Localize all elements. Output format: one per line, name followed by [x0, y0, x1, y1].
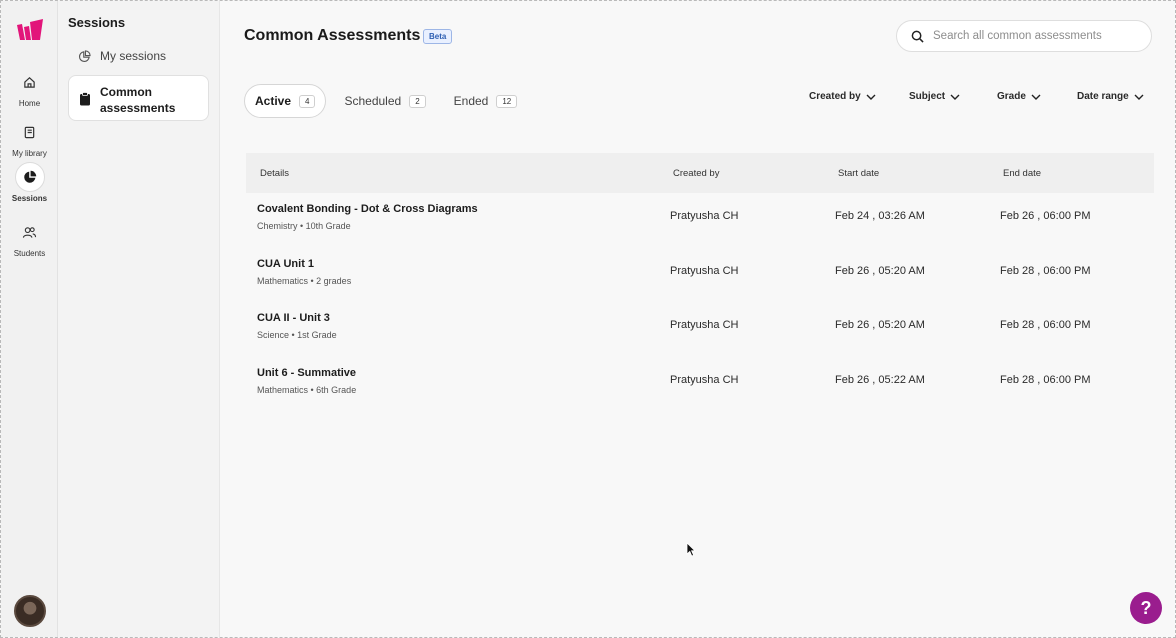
assessment-title: Covalent Bonding - Dot & Cross Diagrams: [257, 203, 478, 215]
pie-chart-icon: [14, 162, 45, 192]
beta-badge: Beta: [423, 29, 453, 44]
assessment-title: Unit 6 - Summative: [257, 366, 357, 379]
assessment-subtitle: Mathematics • 6th Grade: [257, 384, 357, 395]
rail-label: Home: [18, 99, 41, 108]
filter-label: Grade: [997, 91, 1026, 102]
column-header-start-date: Start date: [838, 168, 880, 179]
column-header-end-date: End date: [1003, 168, 1042, 179]
created-by-cell: Pratyusha CH: [670, 373, 739, 386]
assessments-table: Details Created by Start date End date C…: [246, 153, 1154, 411]
book-icon: [15, 117, 45, 147]
assessment-subtitle: Mathematics • 2 grades: [257, 275, 352, 286]
filter-date-range[interactable]: Date range: [1077, 91, 1144, 102]
sessions-sidebar: Sessions My sessions Common assessments: [58, 1, 220, 637]
created-by-cell: Pratyusha CH: [670, 210, 739, 222]
filter-label: Date range: [1077, 91, 1129, 102]
clipboard-icon: [80, 92, 90, 106]
created-by-cell: Pratyusha CH: [670, 319, 739, 331]
rail-item-students[interactable]: Students: [1, 217, 58, 258]
home-icon: [15, 67, 45, 97]
rail-item-home[interactable]: Home: [1, 67, 58, 108]
assessment-subtitle: Chemistry • 10th Grade: [257, 221, 351, 231]
column-header-details: Details: [260, 168, 290, 179]
app-frame: Home My library Sessions Students Sessio…: [0, 0, 1176, 638]
rail-label: My library: [12, 149, 47, 158]
filter-bar: Created by Subject Grade Date range: [220, 91, 1175, 107]
icon-rail: Home My library Sessions Students: [1, 1, 58, 637]
user-avatar[interactable]: [14, 595, 46, 627]
table-row[interactable]: CUA II - Unit 3 Science • 1st Grade Prat…: [246, 302, 1154, 357]
rail-label: Sessions: [11, 194, 48, 203]
sidebar-item-label: My sessions: [100, 49, 167, 63]
rail-item-library[interactable]: My library: [1, 117, 58, 158]
sidebar-item-label: Common assessments: [100, 85, 176, 115]
sidebar-item-common-assessments[interactable]: Common assessments: [68, 75, 209, 121]
start-date-cell: Feb 24 , 03:26 AM: [835, 210, 925, 222]
start-date-cell: Feb 26 , 05:20 AM: [835, 264, 925, 277]
filter-label: Subject: [909, 91, 946, 102]
start-date-cell: Feb 26 , 05:22 AM: [835, 373, 925, 386]
mouse-cursor-icon: [686, 542, 696, 557]
filter-grade[interactable]: Grade: [997, 91, 1041, 102]
sidebar-title: Sessions: [68, 15, 126, 30]
page-title: Common Assessments: [244, 27, 421, 44]
table-header: Details Created by Start date End date: [246, 153, 1154, 193]
assessment-title: CUA II - Unit 3: [257, 312, 330, 324]
chevron-down-icon: [950, 94, 960, 100]
table-row[interactable]: Covalent Bonding - Dot & Cross Diagrams …: [246, 193, 1154, 248]
main-content: Common Assessments Beta Active 4 Schedul…: [220, 1, 1175, 637]
search-box[interactable]: [896, 20, 1152, 52]
chevron-down-icon: [1031, 94, 1041, 100]
end-date-cell: Feb 28 , 06:00 PM: [1000, 264, 1091, 277]
table-row[interactable]: CUA Unit 1 Mathematics • 2 grades Pratyu…: [246, 248, 1154, 303]
start-date-cell: Feb 26 , 05:20 AM: [835, 319, 925, 331]
filter-subject[interactable]: Subject: [909, 91, 960, 102]
created-by-cell: Pratyusha CH: [670, 264, 739, 277]
search-icon: [911, 30, 924, 43]
assessment-title: CUA Unit 1: [257, 257, 315, 270]
pie-chart-outline-icon: [78, 50, 91, 63]
search-input[interactable]: [933, 30, 1133, 42]
filter-created-by[interactable]: Created by: [809, 91, 876, 102]
filter-label: Created by: [809, 91, 861, 102]
assessment-subtitle: Science • 1st Grade: [257, 330, 337, 340]
users-icon: [15, 217, 45, 247]
end-date-cell: Feb 26 , 06:00 PM: [1000, 210, 1091, 222]
column-header-created-by: Created by: [673, 168, 720, 179]
app-logo[interactable]: [16, 19, 44, 41]
end-date-cell: Feb 28 , 06:00 PM: [1000, 319, 1091, 331]
sidebar-item-my-sessions[interactable]: My sessions: [68, 41, 209, 71]
rail-label: Students: [13, 249, 46, 258]
chevron-down-icon: [866, 94, 876, 100]
help-button[interactable]: ?: [1130, 592, 1162, 624]
table-row[interactable]: Unit 6 - Summative Mathematics • 6th Gra…: [246, 357, 1154, 412]
rail-item-sessions[interactable]: Sessions: [1, 162, 58, 203]
end-date-cell: Feb 28 , 06:00 PM: [1000, 373, 1091, 386]
chevron-down-icon: [1134, 94, 1144, 100]
